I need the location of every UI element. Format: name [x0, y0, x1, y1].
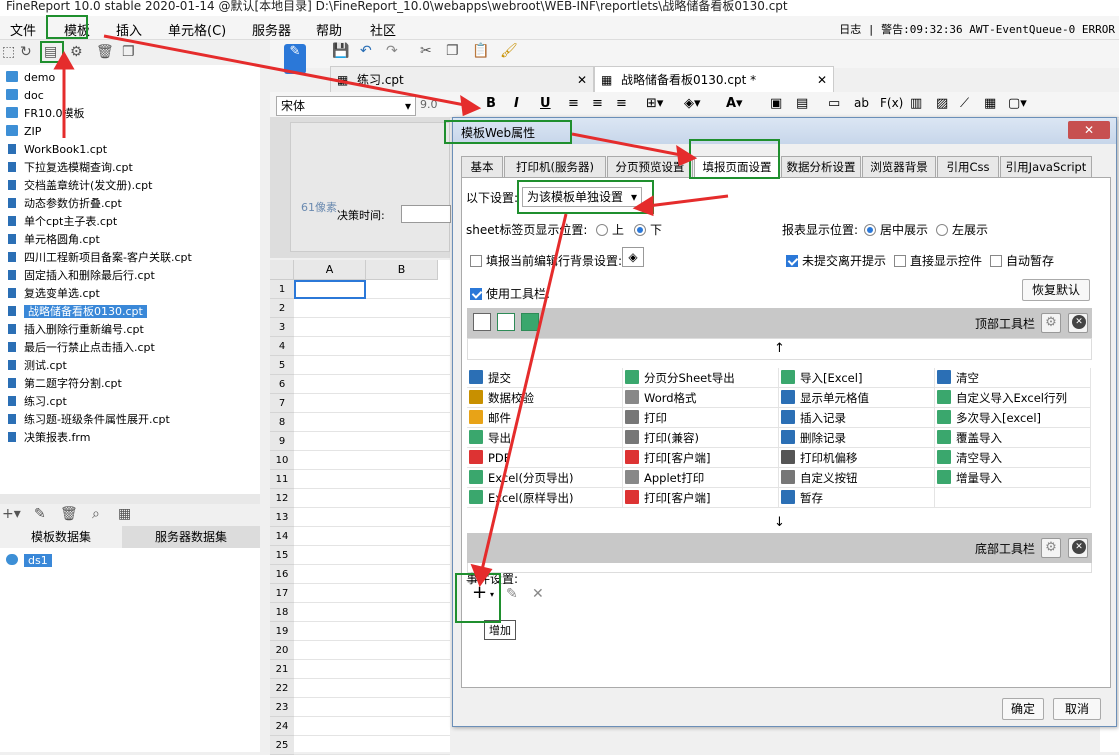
arrowhead — [460, 95, 482, 117]
annotation-arrows — [53, 34, 729, 588]
arrow-title-to-tab — [571, 132, 687, 158]
arrow-template-to-dialog — [103, 34, 471, 108]
arrow-to-add-event — [480, 213, 568, 571]
arrow-to-mode-select — [647, 194, 729, 208]
arrowhead — [632, 195, 654, 217]
arrowhead — [676, 145, 698, 167]
arrowhead — [53, 50, 75, 70]
arrowhead — [470, 563, 493, 588]
